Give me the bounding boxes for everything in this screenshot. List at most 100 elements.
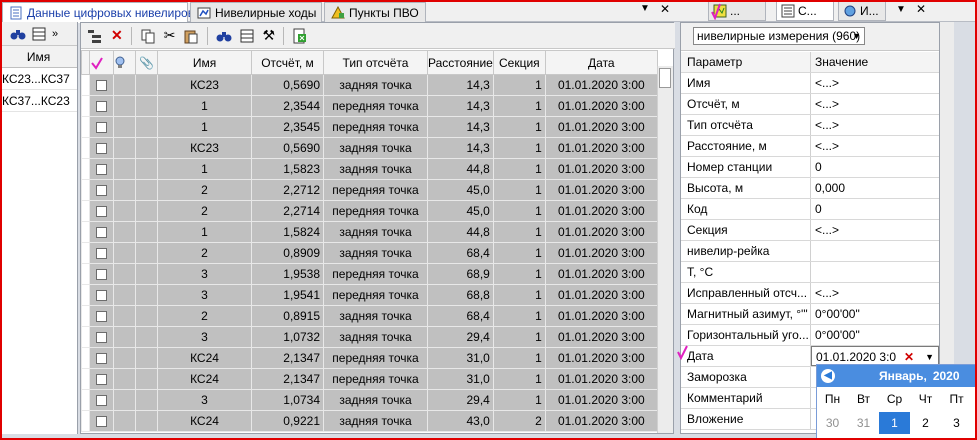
settings-icon[interactable]: ⚒ xyxy=(262,27,275,44)
list-header[interactable]: Имя xyxy=(0,46,77,68)
property-value[interactable]: 0 xyxy=(811,157,939,177)
tab-leveling-data[interactable]: Данные цифровых нивелиров xyxy=(2,2,194,23)
close-icon[interactable]: ✕ xyxy=(660,2,670,16)
checkbox[interactable] xyxy=(96,80,107,92)
checkbox[interactable] xyxy=(96,416,107,428)
table-row[interactable]: 2 2,2712 передняя точка 45,0 1 01.01.2020 3:0… xyxy=(81,179,658,201)
vertical-scrollbar[interactable] xyxy=(657,66,673,433)
column-header-reading-type[interactable]: Тип отсчёта xyxy=(323,50,428,75)
binoculars-icon[interactable] xyxy=(10,27,26,41)
checkbox[interactable] xyxy=(96,353,107,365)
property-value[interactable]: <...> xyxy=(811,94,939,114)
property-row[interactable]: Код 0 xyxy=(681,199,939,220)
export-icon[interactable] xyxy=(292,28,308,44)
table-icon[interactable] xyxy=(32,27,46,41)
copy-icon[interactable] xyxy=(140,28,156,44)
checkbox[interactable] xyxy=(96,164,107,176)
property-row[interactable]: Секция <...> xyxy=(681,220,939,241)
tab-leveling-routes[interactable]: Нивелирные ходы xyxy=(190,2,322,22)
tab-right-2[interactable]: С... xyxy=(776,1,834,21)
table-row[interactable]: 1 1,5823 задняя точка 44,8 1 01.01.2020 3:00 xyxy=(81,158,658,180)
delete-icon[interactable]: ✕ xyxy=(111,27,123,44)
property-row[interactable]: Имя <...> xyxy=(681,73,939,94)
column-header-section[interactable]: Секция xyxy=(492,50,546,75)
column-header-date[interactable]: Дата xyxy=(544,50,658,75)
paste-icon[interactable] xyxy=(183,28,199,44)
checkbox[interactable] xyxy=(96,311,107,323)
prev-month-icon[interactable]: ◀ xyxy=(821,369,835,383)
property-value[interactable]: <...> xyxy=(811,115,939,135)
table-row[interactable]: 3 1,0732 задняя точка 29,4 1 01.01.2020 3:00 xyxy=(81,326,658,348)
calendar-month[interactable]: Январь, xyxy=(879,369,927,383)
calendar-day[interactable]: 2 xyxy=(910,416,941,430)
checkbox[interactable] xyxy=(96,395,107,407)
property-value[interactable] xyxy=(811,241,939,261)
column-header-distance[interactable]: Расстояние xyxy=(427,50,494,75)
tree-icon[interactable] xyxy=(87,28,103,44)
table-row[interactable]: 2 2,2714 передняя точка 45,0 1 01.01.2020 3:0… xyxy=(81,200,658,222)
table-row[interactable]: 1 2,3545 передняя точка 14,3 1 01.01.2020 3:0… xyxy=(81,116,658,138)
more-icon[interactable]: » xyxy=(52,28,58,40)
property-value[interactable] xyxy=(811,262,939,282)
tab-right-3[interactable]: И... xyxy=(838,1,886,21)
table-row[interactable]: 3 1,9541 передняя точка 68,8 1 01.01.2020 3:0… xyxy=(81,284,658,306)
property-row[interactable]: Исправленный отсч... <...> xyxy=(681,283,939,304)
property-value[interactable]: 01.01.2020 3:0 ✕ ▼ xyxy=(811,346,939,366)
property-row[interactable]: Магнитный азимут, °'" 0°00'00" xyxy=(681,304,939,325)
bulb-column-header[interactable] xyxy=(113,50,136,75)
property-value[interactable]: <...> xyxy=(811,220,939,240)
property-row[interactable]: Расстояние, м <...> xyxy=(681,136,939,157)
calendar-day[interactable]: 3 xyxy=(941,416,972,430)
date-input[interactable]: 01.01.2020 3:0 xyxy=(816,350,896,364)
property-row[interactable]: Номер станции 0 xyxy=(681,157,939,178)
scrollbar-thumb[interactable] xyxy=(659,68,671,88)
property-value[interactable]: 0°00'00" xyxy=(811,325,939,345)
attachment-column-header[interactable]: 📎 xyxy=(135,50,158,75)
table-row[interactable]: 3 1,0734 задняя точка 29,4 1 01.01.2020 3:00 xyxy=(81,389,658,411)
check-column-header[interactable] xyxy=(89,50,114,75)
property-value[interactable]: <...> xyxy=(811,136,939,156)
property-row[interactable]: T, °C xyxy=(681,262,939,283)
calendar-day[interactable]: 30 xyxy=(817,416,848,430)
property-row[interactable]: Высота, м 0,000 xyxy=(681,178,939,199)
close-icon[interactable]: ✕ xyxy=(916,2,926,16)
checkbox[interactable] xyxy=(96,290,107,302)
cut-icon[interactable]: ✂ xyxy=(164,27,176,44)
table-row[interactable]: 3 1,9538 передняя точка 68,9 1 01.01.2020 3:0… xyxy=(81,263,658,285)
table-row[interactable]: 2 0,8909 задняя точка 68,4 1 01.01.2020 3:00 xyxy=(81,242,658,264)
checkbox[interactable] xyxy=(96,269,107,281)
dropdown-arrow-icon[interactable]: ▼ xyxy=(896,4,906,15)
checkbox[interactable] xyxy=(96,122,107,134)
property-value[interactable]: 0,000 xyxy=(811,178,939,198)
property-row[interactable]: Тип отсчёта <...> xyxy=(681,115,939,136)
tab-pvo-points[interactable]: Пункты ПВО xyxy=(324,2,426,22)
property-row[interactable]: Горизонтальный уго... 0°00'00" xyxy=(681,325,939,346)
checkbox[interactable] xyxy=(96,332,107,344)
list-item[interactable]: КС37...КС23 xyxy=(0,90,77,112)
table-row[interactable]: КС23 0,5690 задняя точка 14,3 1 01.01.2020 3:… xyxy=(81,74,658,96)
property-row[interactable]: нивелир-рейка xyxy=(681,241,939,262)
checkbox[interactable] xyxy=(96,206,107,218)
object-type-select[interactable]: нивелирные измерения (960) ▼ xyxy=(693,27,865,45)
checkbox[interactable] xyxy=(96,374,107,386)
checkbox[interactable] xyxy=(96,248,107,260)
checkbox[interactable] xyxy=(96,101,107,113)
property-value[interactable]: <...> xyxy=(811,283,939,303)
property-value[interactable]: 0°00'00" xyxy=(811,304,939,324)
property-value[interactable]: <...> xyxy=(811,73,939,93)
table-row[interactable]: КС24 2,1347 передняя точка 31,0 1 01.01.2020 … xyxy=(81,368,658,390)
dropdown-arrow-icon[interactable]: ▼ xyxy=(640,3,650,14)
table-icon[interactable] xyxy=(240,29,254,43)
table-row[interactable]: КС24 0,9221 задняя точка 43,0 2 01.01.2020 3:… xyxy=(81,410,658,432)
property-row[interactable]: Отсчёт, м <...> xyxy=(681,94,939,115)
table-row[interactable]: КС23 0,5690 задняя точка 14,3 1 01.01.2020 3:… xyxy=(81,137,658,159)
table-row[interactable]: КС24 2,1347 передняя точка 31,0 1 01.01.2020 … xyxy=(81,347,658,369)
property-value[interactable]: 0 xyxy=(811,199,939,219)
checkbox[interactable] xyxy=(96,143,107,155)
table-row[interactable]: 1 1,5824 задняя точка 44,8 1 01.01.2020 3:00 xyxy=(81,221,658,243)
column-header-name[interactable]: Имя xyxy=(157,50,252,75)
table-row[interactable]: 2 0,8915 задняя точка 68,4 1 01.01.2020 3:00 xyxy=(81,305,658,327)
calendar-day[interactable]: 31 xyxy=(848,416,879,430)
calendar-day-selected[interactable]: 1 xyxy=(879,412,910,434)
calendar-year[interactable]: 2020 xyxy=(933,369,960,383)
